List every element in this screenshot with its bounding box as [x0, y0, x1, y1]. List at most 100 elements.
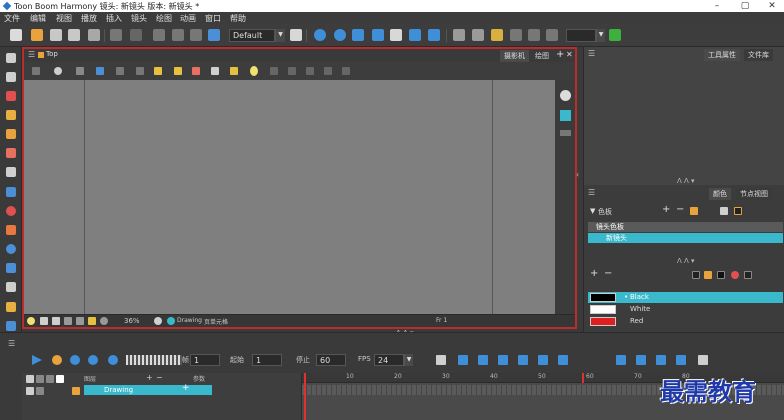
start-frame-field[interactable]: 1 — [252, 354, 282, 366]
new-scene-icon[interactable] — [10, 29, 22, 41]
collapse-palette-handle[interactable]: ᐱ ᐱ ▾ — [677, 257, 695, 265]
bulb-icon[interactable] — [250, 66, 258, 76]
loop-icon[interactable] — [70, 355, 80, 365]
save-icon[interactable] — [50, 29, 62, 41]
eraser-tool-icon[interactable] — [6, 148, 16, 158]
bitmap-layer-icon[interactable] — [491, 29, 503, 41]
undo-icon[interactable] — [110, 29, 122, 41]
menu-view[interactable]: 视图 — [56, 13, 72, 24]
transform-tool-icon[interactable] — [6, 302, 16, 312]
panel-menu-icon[interactable]: ☰ — [8, 339, 15, 348]
play-icon[interactable] — [32, 355, 42, 365]
lock-toggle-icon[interactable] — [88, 317, 96, 325]
lock-icon[interactable] — [154, 67, 162, 75]
menu-play[interactable]: 播放 — [81, 13, 97, 24]
zoom-level[interactable]: 36% — [124, 317, 140, 325]
mask-toggle-icon[interactable] — [76, 317, 84, 325]
palette-clone-icon[interactable] — [720, 207, 728, 215]
layer-drawing[interactable]: Drawing — [84, 385, 212, 395]
tab-drawing[interactable]: 绘图 — [531, 50, 553, 62]
colour-swatch-black-icon[interactable] — [692, 271, 700, 279]
playhead[interactable] — [304, 373, 306, 420]
panel-menu-icon[interactable]: ☰ — [588, 188, 595, 197]
menu-help[interactable]: 帮助 — [230, 13, 246, 24]
collapse-right-arrow[interactable]: ‹ — [576, 170, 579, 179]
light-icon[interactable] — [230, 67, 238, 75]
grid-toggle-icon[interactable] — [52, 317, 60, 325]
add-view-button[interactable]: + — [556, 49, 564, 60]
eyedropper-colour-icon[interactable] — [731, 271, 739, 279]
workspace-select[interactable]: Default — [229, 29, 275, 42]
panel-menu-icon[interactable]: ☰ — [588, 49, 595, 58]
menu-drawing[interactable]: 绘图 — [156, 13, 172, 24]
unlock-icon[interactable] — [174, 67, 182, 75]
maintain-size-icon[interactable] — [390, 29, 402, 41]
insert-blank-icon[interactable] — [636, 355, 646, 365]
expand-layer-button[interactable]: + — [182, 383, 190, 393]
pen-colour-icon[interactable] — [717, 271, 725, 279]
add-keyframe-icon[interactable] — [458, 355, 468, 365]
fill-empty-icon[interactable] — [656, 355, 666, 365]
play-sound-icon[interactable] — [52, 355, 62, 365]
brush-preset-icon[interactable] — [288, 67, 296, 75]
field-guide-icon[interactable] — [546, 29, 558, 41]
timeline-view-icon[interactable] — [698, 355, 708, 365]
layer-color-icon[interactable] — [56, 375, 64, 383]
menu-edit[interactable]: 编辑 — [30, 13, 46, 24]
menu-file[interactable]: 文件 — [4, 13, 20, 24]
brush-tool-icon[interactable] — [6, 91, 16, 101]
add-layer-button[interactable]: + — [146, 373, 153, 382]
layer-row-lock-icon[interactable] — [36, 387, 44, 395]
stop-frame-field[interactable]: 60 — [316, 354, 346, 366]
layer-enable-icon[interactable] — [26, 387, 34, 395]
tab-colour[interactable]: 颜色 — [709, 188, 731, 200]
eraser-preset-icon[interactable] — [324, 67, 332, 75]
remove-palette-button[interactable]: − — [676, 204, 684, 215]
sound-icon[interactable] — [88, 355, 98, 365]
swatch-black[interactable]: • Black — [588, 292, 783, 303]
add-palette-button[interactable]: + — [662, 204, 670, 215]
fill-colour-icon[interactable] — [744, 271, 752, 279]
tab-node-view[interactable]: 节点视图 — [736, 188, 772, 200]
remove-colour-button[interactable]: − — [604, 268, 612, 279]
workspace-save-icon[interactable] — [290, 29, 302, 41]
view-mode-icon[interactable] — [76, 67, 84, 75]
palette-header-arrow[interactable]: ▼ — [590, 207, 595, 215]
menu-scene[interactable]: 镜头 — [131, 13, 147, 24]
menu-animation[interactable]: 动画 — [180, 13, 196, 24]
onion-skin-icon[interactable] — [453, 29, 465, 41]
add-colour-button[interactable]: + — [590, 268, 598, 279]
text-tool-icon[interactable] — [6, 167, 16, 177]
workspace-dropdown-arrow[interactable]: ▼ — [275, 29, 285, 42]
palette-browser-icon[interactable] — [690, 207, 698, 215]
snap-icon[interactable] — [528, 29, 540, 41]
cutter-tool-icon[interactable] — [6, 321, 16, 331]
select-tool-icon[interactable] — [6, 53, 16, 63]
menu-windows[interactable]: 窗口 — [205, 13, 221, 24]
palette-item-selected[interactable]: 新镜头 — [588, 233, 783, 243]
line-tool-icon[interactable] — [211, 67, 219, 75]
previous-key-icon[interactable] — [558, 355, 568, 365]
tab-library[interactable]: 文件库 — [744, 49, 773, 61]
layers-icon[interactable] — [560, 110, 571, 121]
wireframe-icon[interactable] — [116, 67, 124, 75]
safe-area-icon[interactable] — [136, 67, 144, 75]
safe-frame-icon[interactable] — [40, 317, 48, 325]
motion-keyframe-icon[interactable] — [498, 355, 508, 365]
swatch-red[interactable]: Red — [588, 316, 783, 327]
remove-layer-button[interactable]: − — [156, 373, 163, 382]
extend-exposure-icon[interactable] — [616, 355, 626, 365]
rotate-toggle-icon[interactable] — [100, 317, 108, 325]
skew-icon[interactable] — [372, 29, 384, 41]
first-frame-icon[interactable] — [108, 355, 118, 365]
dropper-tool-icon[interactable] — [6, 225, 16, 235]
morph-icon[interactable] — [428, 29, 440, 41]
paint-tool-icon[interactable] — [6, 129, 16, 139]
close-window-button[interactable]: ✕ — [761, 0, 783, 12]
mask-icon[interactable] — [270, 67, 278, 75]
pen-size-dropdown-arrow[interactable]: ▼ — [596, 29, 605, 42]
settings-icon[interactable] — [54, 67, 62, 75]
brush-colour-icon[interactable] — [704, 271, 712, 279]
draw-line-icon[interactable] — [436, 355, 446, 365]
reset-view-icon[interactable] — [560, 90, 571, 101]
